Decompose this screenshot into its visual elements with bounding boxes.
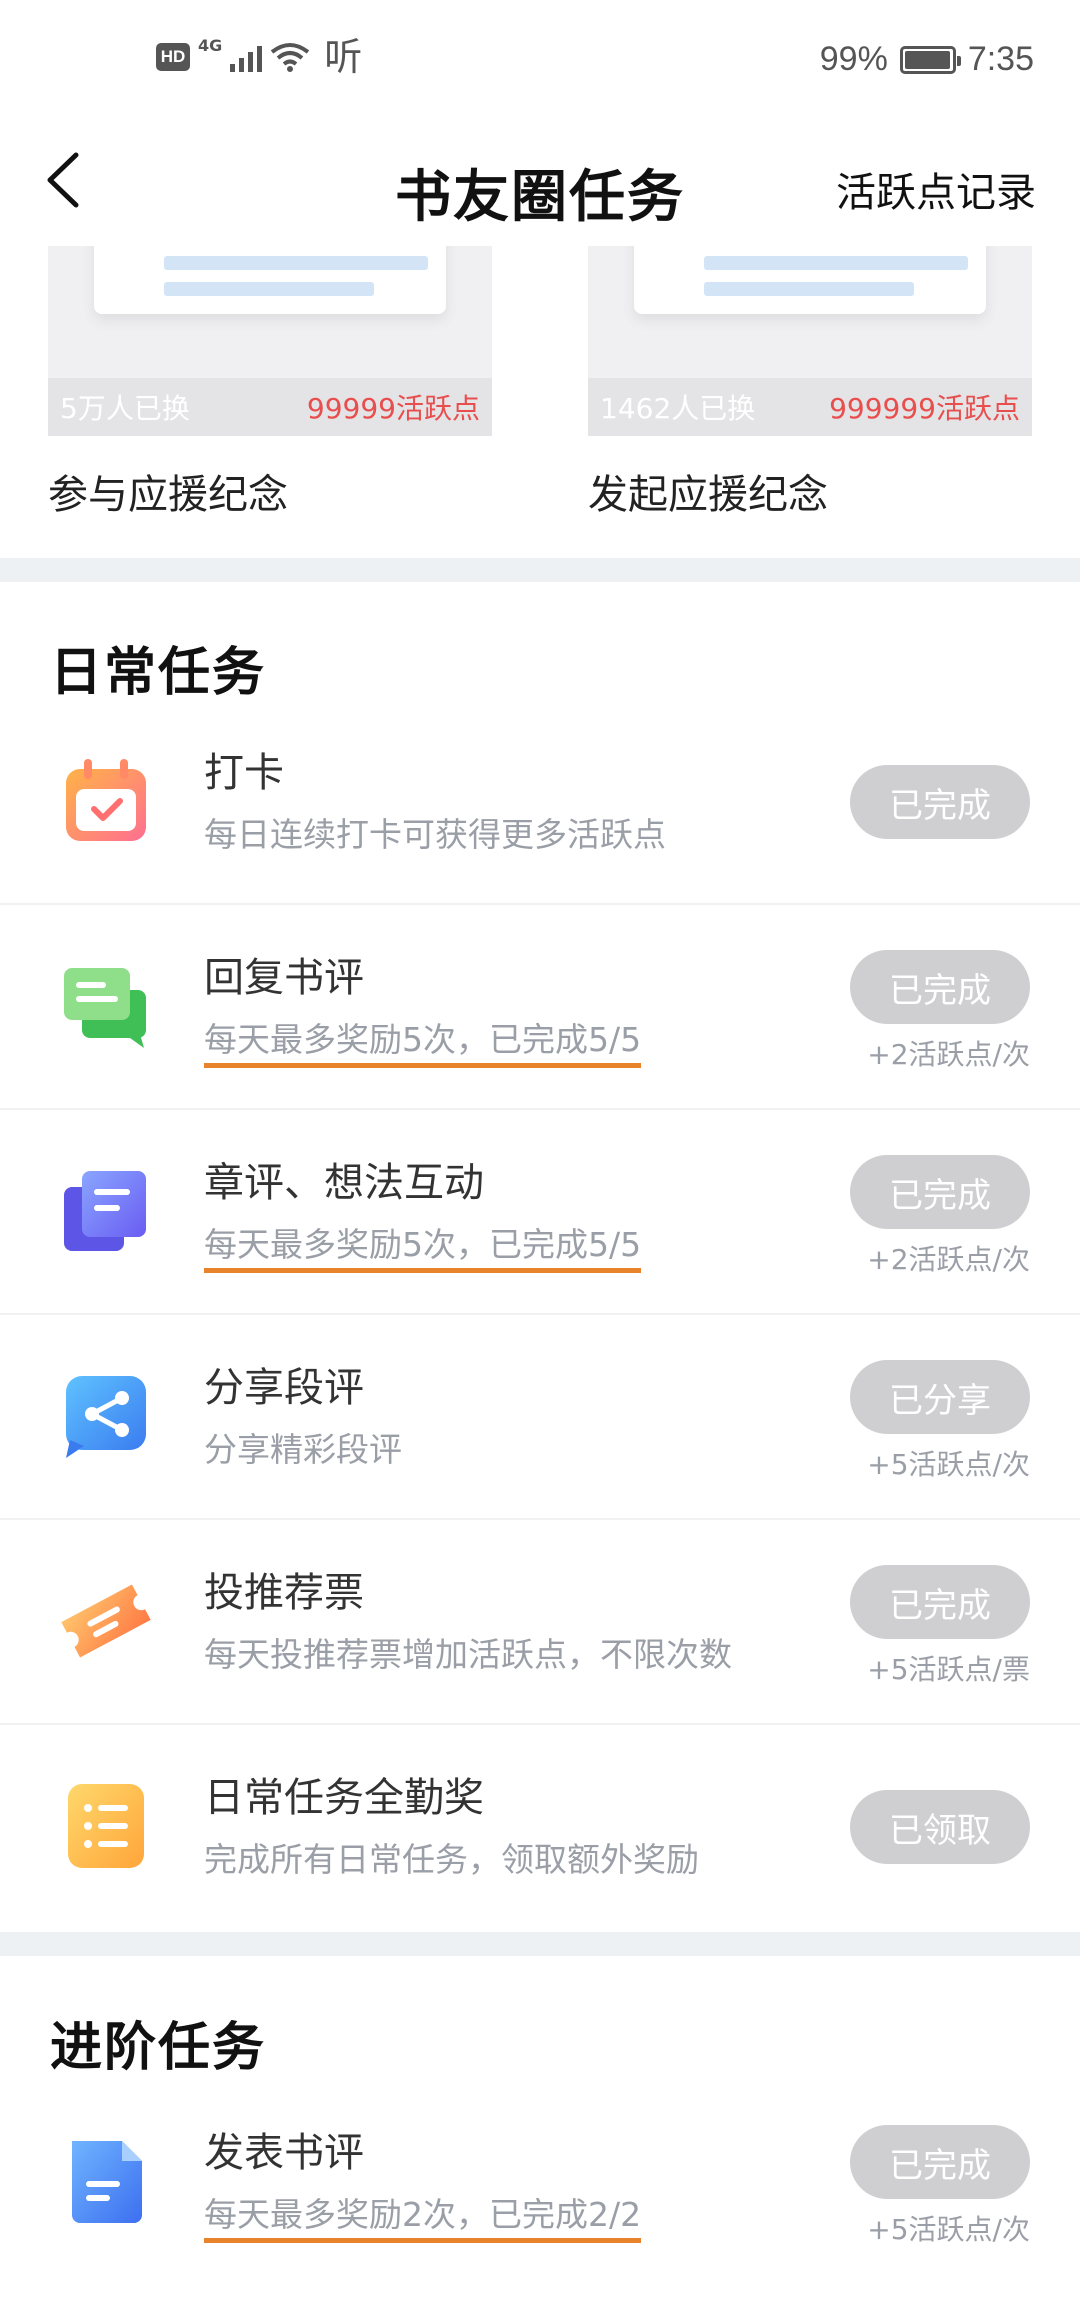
task-title: 投推荐票	[204, 1570, 364, 1616]
task-desc: 分享精彩段评	[204, 1430, 402, 1469]
task-row-vote-ticket: 投推荐票 每天投推荐票增加活跃点，不限次数 已完成 +5活跃点/票	[0, 1520, 1080, 1725]
network-type: 4G	[198, 35, 223, 55]
reward-footer: 1462人已换 999999活跃点	[588, 378, 1032, 436]
task-row-reply-review: 回复书评 每天最多奖励5次，已完成5/5 已完成 +2活跃点/次	[0, 905, 1080, 1110]
task-row-chapter-comment: 章评、想法互动 每天最多奖励5次，已完成5/5 已完成 +2活跃点/次	[0, 1110, 1080, 1315]
list-icon	[68, 1784, 144, 1868]
reward-cards: 5万人已换 99999活跃点 参与应援纪念 1462人已换 999999活跃点 …	[0, 246, 1080, 561]
hd-badge: HD	[156, 43, 190, 71]
task-reward: +2活跃点/次	[867, 1038, 1030, 1071]
task-title: 回复书评	[204, 955, 364, 1001]
reward-image: 1462人已换 999999活跃点	[588, 246, 1032, 436]
reward-preview	[634, 246, 986, 314]
task-row-full-attendance: 日常任务全勤奖 完成所有日常任务，领取额外奖励 已领取	[0, 1725, 1080, 1930]
task-title: 打卡	[204, 750, 284, 796]
task-status-button[interactable]: 已完成	[850, 950, 1030, 1024]
reward-card[interactable]: 5万人已换 99999活跃点 参与应援纪念	[48, 246, 492, 520]
reward-footer: 5万人已换 99999活跃点	[48, 378, 492, 436]
activity-record-link[interactable]: 活跃点记录	[836, 160, 1036, 218]
share-icon	[66, 1376, 146, 1458]
status-bar: HD 4G 听 99% 7:35	[0, 0, 1080, 120]
status-left: HD 4G 听	[156, 35, 363, 79]
task-row-checkin: 打卡 每日连续打卡可获得更多活跃点 已完成	[0, 700, 1080, 905]
signal-icon	[230, 42, 263, 72]
battery-icon	[899, 45, 961, 74]
task-status-button[interactable]: 已完成	[850, 1565, 1030, 1639]
task-status-button[interactable]: 已领取	[850, 1790, 1030, 1864]
task-status-button[interactable]: 已分享	[850, 1360, 1030, 1434]
reward-card[interactable]: 1462人已换 999999活跃点 发起应援纪念	[588, 246, 1032, 520]
task-title: 发表书评	[204, 2130, 364, 2176]
reward-preview	[94, 246, 446, 314]
task-desc: 每天最多奖励5次，已完成5/5	[204, 1218, 642, 1273]
task-title: 日常任务全勤奖	[204, 1775, 484, 1821]
note-stack-icon	[64, 1171, 146, 1251]
listen-icon: 听	[324, 35, 363, 79]
task-desc: 每天最多奖励2次，已完成2/2	[204, 2188, 642, 2243]
reward-image: 5万人已换 99999活跃点	[48, 246, 492, 436]
calendar-check-icon	[66, 759, 146, 841]
ticket-icon	[61, 1584, 151, 1658]
section-divider	[0, 1932, 1080, 1956]
reward-points: 999999活跃点	[829, 392, 1020, 425]
status-right: 99% 7:35	[820, 40, 1034, 79]
task-row-share-comment: 分享段评 分享精彩段评 已分享 +5活跃点/次	[0, 1315, 1080, 1520]
task-row-post-review: 发表书评 每天最多奖励2次，已完成2/2 已完成 +5活跃点/次	[0, 2080, 1080, 2285]
reward-name: 发起应援纪念	[588, 472, 828, 518]
task-desc: 每天投推荐票增加活跃点，不限次数	[204, 1635, 732, 1674]
section-divider	[0, 558, 1080, 582]
wifi-icon	[271, 43, 310, 72]
document-icon	[72, 2141, 142, 2223]
task-desc: 每天最多奖励5次，已完成5/5	[204, 1013, 642, 1068]
task-reward: +5活跃点/票	[867, 1653, 1030, 1686]
task-title: 章评、想法互动	[204, 1160, 484, 1206]
task-reward: +5活跃点/次	[867, 2213, 1030, 2246]
task-status-button[interactable]: 已完成	[850, 2125, 1030, 2199]
task-desc: 每日连续打卡可获得更多活跃点	[204, 815, 666, 854]
nav-bar: 书友圈任务 活跃点记录	[0, 120, 1080, 240]
task-desc: 完成所有日常任务，领取额外奖励	[204, 1840, 699, 1879]
advanced-section-title: 进阶任务	[50, 2017, 267, 2078]
battery-percent: 99%	[819, 40, 888, 78]
daily-section-title: 日常任务	[50, 642, 267, 703]
task-reward: +2活跃点/次	[867, 1243, 1030, 1276]
task-reward: +5活跃点/次	[867, 1448, 1030, 1481]
reward-exchanged-count: 5万人已换	[60, 392, 190, 425]
chat-bubbles-icon	[64, 968, 146, 1048]
clock: 7:35	[967, 40, 1034, 78]
reward-points: 99999活跃点	[306, 392, 480, 425]
reward-name: 参与应援纪念	[48, 472, 288, 518]
task-status-button[interactable]: 已完成	[850, 1155, 1030, 1229]
task-title: 分享段评	[204, 1365, 364, 1411]
reward-exchanged-count: 1462人已换	[600, 392, 756, 425]
task-status-button[interactable]: 已完成	[850, 765, 1030, 839]
